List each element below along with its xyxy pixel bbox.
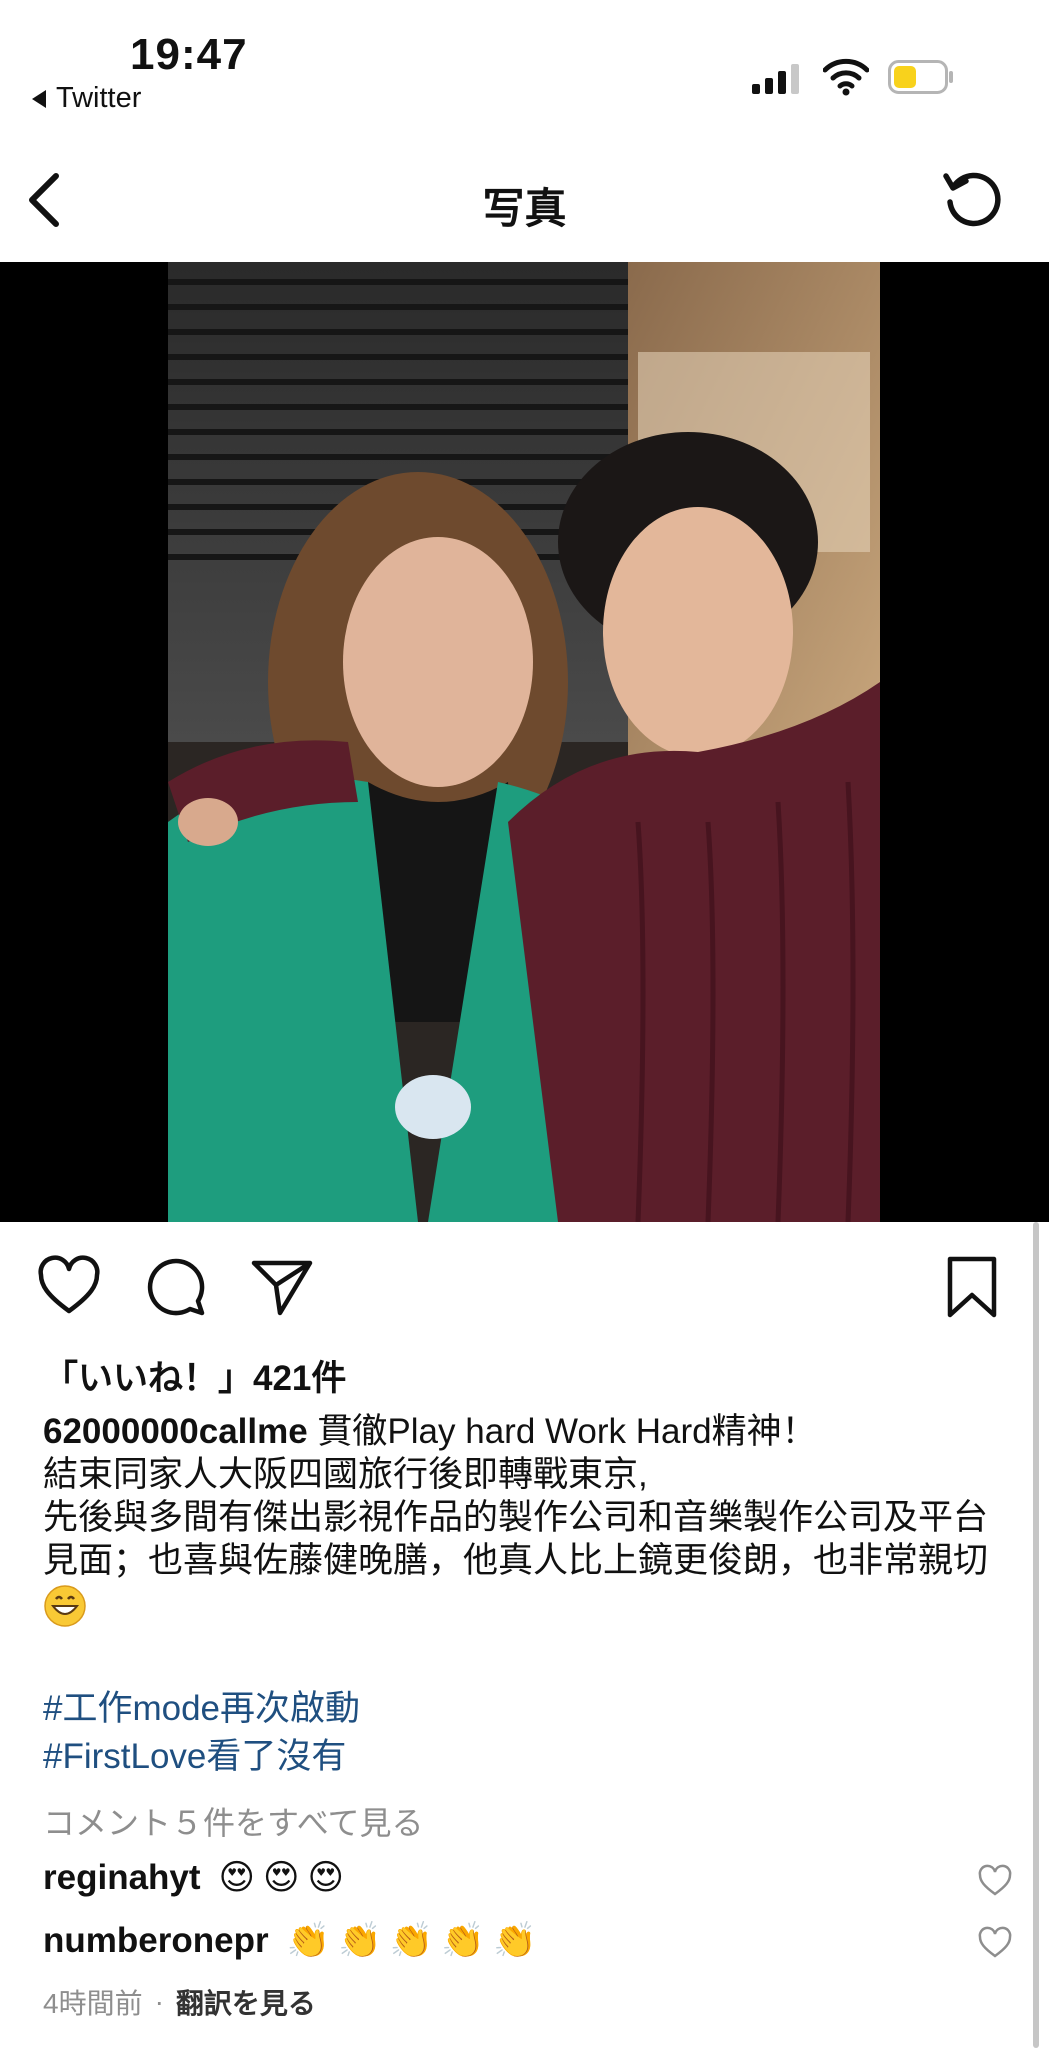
comment-row: reginahyt 😍 😍 😍	[43, 1858, 344, 1898]
post-caption: 62000000callme 貫徹Play hard Work Hard精神！ …	[43, 1410, 1013, 1628]
comment-text: 😍 😍 😍	[219, 1858, 345, 1898]
hashtag-link[interactable]: #工作mode再次啟動	[43, 1685, 360, 1733]
back-triangle-icon	[32, 89, 46, 108]
likes-count[interactable]: 「いいね！」421件	[43, 1350, 346, 1401]
photo-viewer[interactable]	[0, 262, 1049, 1222]
bookmark-button[interactable]	[940, 1255, 1004, 1319]
wifi-icon	[823, 58, 869, 96]
caption-line: 結束同家人大阪四國旅行後即轉戰東京,	[43, 1455, 648, 1494]
view-all-comments-link[interactable]: コメント５件をすべて見る	[43, 1798, 423, 1844]
meta-separator: ·	[154, 1986, 164, 2017]
clapping-emoji: 👏	[441, 1921, 485, 1960]
clapping-emoji: 👏	[389, 1921, 434, 1960]
share-icon	[251, 1260, 313, 1316]
clapping-emoji: 👏	[338, 1921, 382, 1960]
page-title: 写真	[482, 185, 567, 232]
scrollbar[interactable]	[1033, 1222, 1039, 2048]
comment-text: 👏 👏 👏 👏 👏	[287, 1920, 537, 1961]
see-translation-link[interactable]: 翻訳を見る	[176, 1982, 316, 2022]
comment-icon	[147, 1258, 205, 1316]
share-button[interactable]	[250, 1255, 314, 1319]
post-meta: 4時間前 · 翻訳を見る	[43, 1982, 316, 2022]
heart-eyes-emoji: 😍	[307, 1858, 345, 1897]
heart-eyes-emoji: 😍	[218, 1858, 256, 1897]
refresh-icon[interactable]	[940, 168, 1004, 232]
comment-button[interactable]	[144, 1255, 208, 1319]
back-app-label: Twitter	[56, 82, 142, 114]
back-to-twitter[interactable]: Twitter	[32, 82, 141, 115]
caption-line: 先後與多間有傑出影視作品的製作公司和音樂製作公司及平台見面；也喜與佐藤健晚膳，他…	[43, 1498, 989, 1580]
comment-row: numberonepr 👏 👏 👏 👏 👏	[43, 1920, 537, 1961]
caption-line: 貫徹Play hard Work Hard精神！	[317, 1412, 817, 1451]
clapping-emoji: 👏	[492, 1921, 537, 1960]
caption-username[interactable]: 62000000callme	[43, 1412, 308, 1451]
heart-eyes-emoji: 😍	[263, 1858, 300, 1897]
comment-like-heart-icon[interactable]	[978, 1926, 1012, 1960]
comment-username[interactable]: reginahyt	[43, 1858, 201, 1898]
post-photo	[168, 262, 880, 1222]
comment-username[interactable]: numberonepr	[43, 1921, 269, 1961]
bookmark-icon	[947, 1256, 997, 1318]
clapping-emoji: 👏	[286, 1921, 331, 1960]
cellular-signal-icon	[752, 62, 799, 94]
like-button[interactable]	[37, 1255, 101, 1319]
grinning-emoji-icon	[44, 1585, 86, 1627]
comment-like-heart-icon[interactable]	[978, 1864, 1012, 1898]
timestamp: 4時間前	[43, 1988, 143, 2019]
status-time: 19:47	[130, 30, 248, 79]
hashtags: #工作mode再次啟動 #FirstLove看了沒有	[43, 1685, 360, 1781]
heart-icon	[38, 1255, 100, 1314]
battery-icon	[888, 60, 953, 94]
hashtag-link[interactable]: #FirstLove看了沒有	[43, 1733, 360, 1781]
